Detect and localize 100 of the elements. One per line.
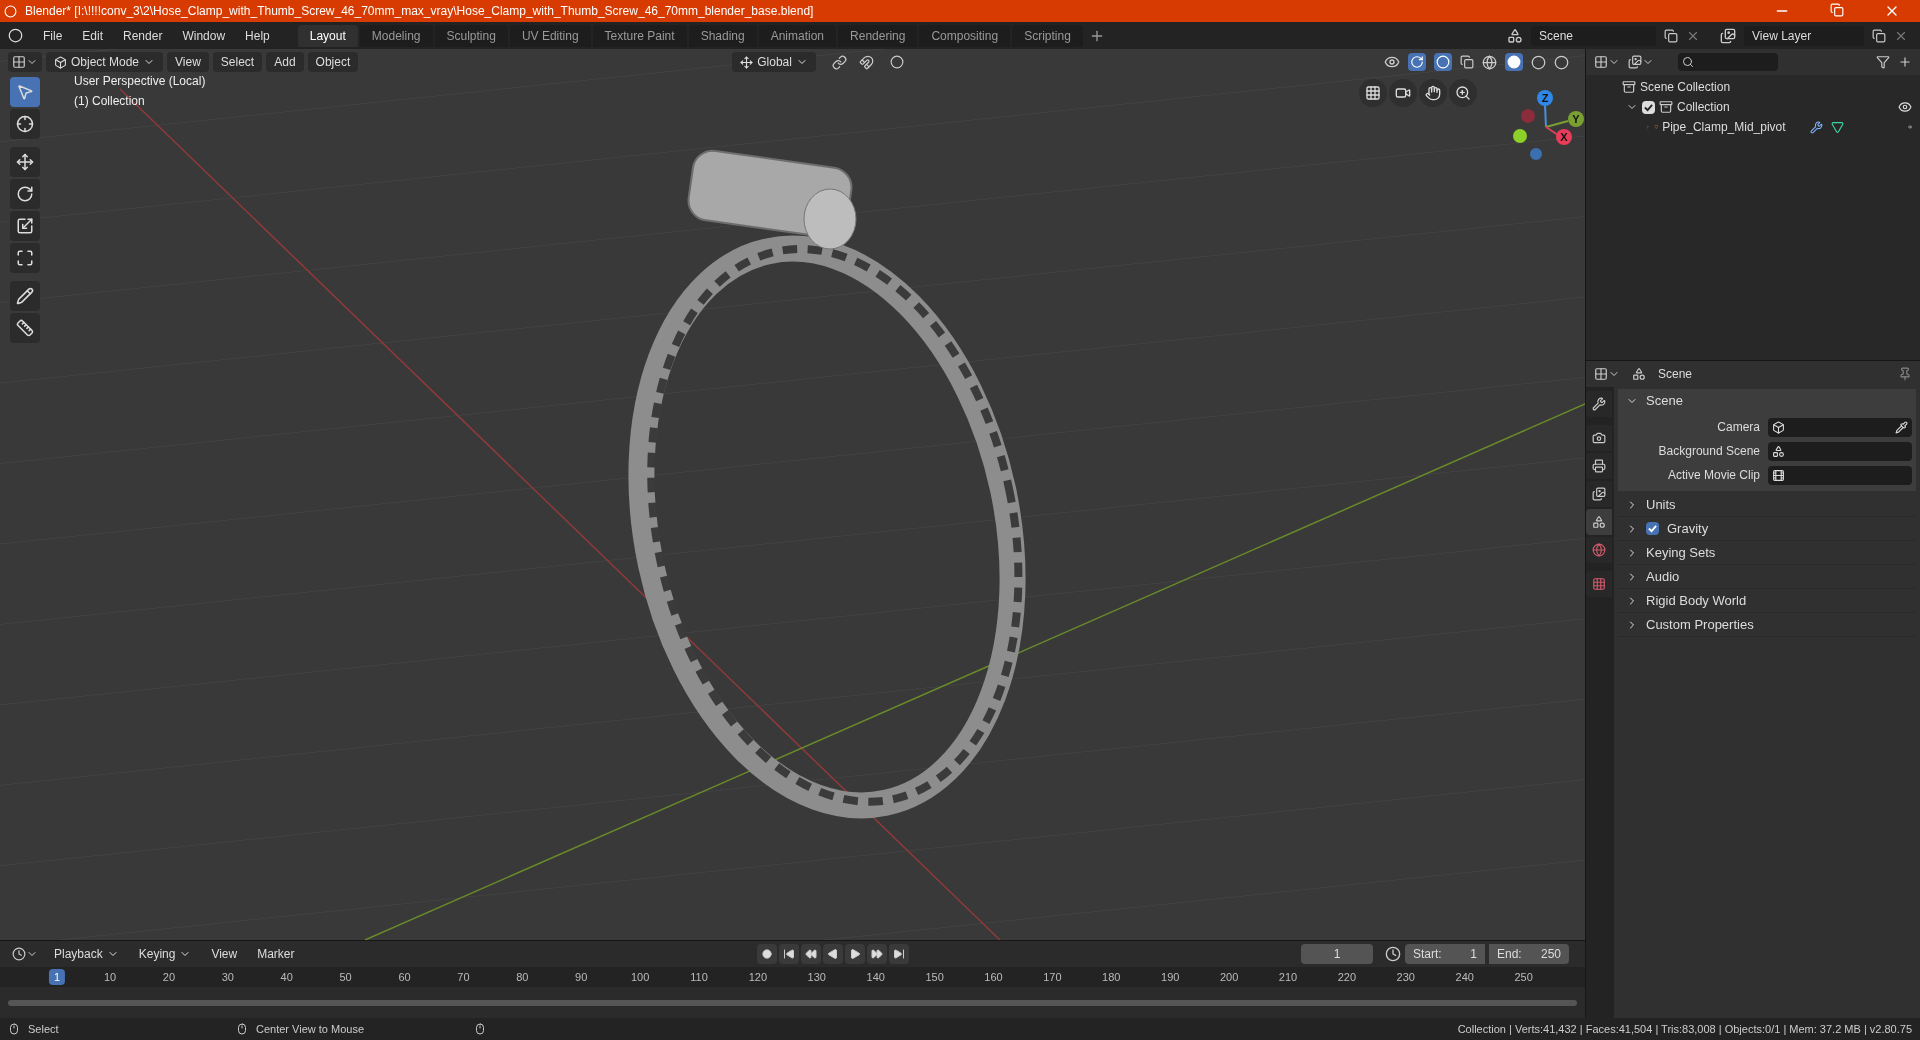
blender-menu-icon[interactable] <box>8 28 23 43</box>
frame-number[interactable]: 150 <box>920 969 949 985</box>
properties-tab[interactable] <box>1586 425 1612 451</box>
y-axis-ball[interactable]: Y <box>1568 111 1584 127</box>
frame-number[interactable]: 90 <box>570 969 593 985</box>
current-frame-field[interactable]: 1 <box>1301 944 1373 964</box>
outliner-item[interactable]: Pipe_Clamp_Mid_pivot <box>1662 118 1786 136</box>
editor-type-button[interactable] <box>1594 367 1620 381</box>
outliner-item[interactable]: Scene Collection <box>1640 78 1731 96</box>
viewport-menu-item[interactable]: Add <box>266 52 304 72</box>
workspace-tab[interactable]: Rendering <box>838 24 918 47</box>
select-tool-button[interactable] <box>10 77 40 107</box>
frame-number[interactable]: 190 <box>1156 969 1185 985</box>
editor-type-button[interactable] <box>8 52 42 72</box>
view-layer-field[interactable]: View Layer <box>1744 25 1864 46</box>
new-collection-icon[interactable] <box>1898 55 1912 69</box>
snap-magnet-icon[interactable] <box>858 54 874 70</box>
overlay-toggle-button[interactable] <box>1434 53 1452 71</box>
mesh-data-icon[interactable] <box>1830 120 1844 134</box>
viewport-menu-item[interactable]: Select <box>212 52 263 72</box>
frame-number[interactable]: 50 <box>334 969 357 985</box>
playback-button[interactable] <box>778 944 799 964</box>
panel-header[interactable]: Gravity <box>1618 517 1916 541</box>
workspace-tab[interactable]: Compositing <box>919 24 1011 47</box>
frame-number[interactable]: 80 <box>511 969 534 985</box>
frame-number[interactable]: 60 <box>393 969 416 985</box>
frame-number[interactable]: 30 <box>216 969 239 985</box>
frame-number[interactable]: 120 <box>743 969 773 985</box>
frame-number[interactable]: 140 <box>861 969 890 985</box>
wrench-icon[interactable] <box>1809 120 1823 134</box>
frame-number[interactable]: 10 <box>98 969 122 985</box>
material-shading-icon[interactable] <box>1531 54 1546 70</box>
scale-tool-button[interactable] <box>10 211 40 241</box>
enable-checkbox[interactable] <box>1646 522 1659 535</box>
panel-header[interactable]: Units <box>1618 493 1916 517</box>
panel-header[interactable]: Audio <box>1618 565 1916 589</box>
workspace-tab[interactable]: Animation <box>758 24 837 47</box>
workspace-tab[interactable]: UV Editing <box>509 24 591 47</box>
frame-number[interactable]: 160 <box>979 969 1008 985</box>
timeline-menu-item[interactable]: Keying <box>130 944 200 964</box>
menu-item[interactable]: Window <box>174 26 234 45</box>
workspace-tab[interactable]: Sculpting <box>434 24 508 47</box>
eyedropper-icon[interactable] <box>1895 420 1908 434</box>
frame-number[interactable]: 70 <box>452 969 475 985</box>
navigation-button[interactable] <box>1389 79 1417 107</box>
annotate-tool-button[interactable] <box>10 281 40 311</box>
filter-button[interactable] <box>1628 55 1654 69</box>
viewport-menu-item[interactable]: Object <box>307 52 359 72</box>
frame-number[interactable]: 130 <box>802 969 831 985</box>
properties-tab[interactable] <box>1586 391 1612 417</box>
frame-number[interactable]: 210 <box>1273 969 1303 985</box>
field-input[interactable] <box>1768 441 1912 461</box>
new-scene-icon[interactable] <box>1664 28 1678 43</box>
mode-dropdown[interactable]: Object Mode <box>46 52 164 72</box>
scrollbar[interactable] <box>8 999 1577 1006</box>
pivot-icon[interactable] <box>831 54 847 70</box>
cursor-tool-button[interactable] <box>10 109 40 139</box>
workspace-tab[interactable]: Shading <box>688 24 757 47</box>
navigation-button[interactable] <box>1449 79 1477 107</box>
frame-number[interactable]: 200 <box>1214 969 1244 985</box>
scene-field[interactable]: Scene <box>1531 25 1656 46</box>
restore-icon[interactable] <box>1830 3 1844 17</box>
outliner-item[interactable]: Collection <box>1677 98 1730 116</box>
start-frame-field[interactable]: Start: 1 <box>1405 944 1485 964</box>
visibility-icon[interactable] <box>1384 54 1400 70</box>
playback-button[interactable] <box>866 944 887 964</box>
workspace-tab[interactable]: Texture Paint <box>592 24 687 47</box>
gizmo-toggle-button[interactable] <box>1408 53 1426 71</box>
menu-item[interactable]: Edit <box>74 26 112 45</box>
menu-item[interactable]: File <box>35 26 71 45</box>
xray-icon[interactable] <box>1460 55 1474 69</box>
menu-item[interactable]: Render <box>115 26 171 45</box>
filter-icon[interactable] <box>1876 55 1890 69</box>
frame-number[interactable]: 40 <box>275 969 298 985</box>
viewport-menu-item[interactable]: View <box>167 52 209 72</box>
wireframe-shading-icon[interactable] <box>1482 54 1497 70</box>
move-tool-button[interactable] <box>10 147 40 177</box>
panel-header[interactable]: Keying Sets <box>1618 541 1916 565</box>
field-input[interactable] <box>1768 465 1912 485</box>
workspace-tab[interactable]: Scripting <box>1012 24 1083 47</box>
navigation-button[interactable] <box>1359 79 1387 107</box>
clock-icon[interactable] <box>1385 946 1401 962</box>
frame-number[interactable]: 20 <box>157 969 181 985</box>
properties-tab[interactable] <box>1586 509 1612 535</box>
rendered-shading-icon[interactable] <box>1554 54 1569 70</box>
frame-number[interactable]: 230 <box>1391 969 1420 985</box>
properties-tab[interactable] <box>1586 453 1612 479</box>
solid-shading-button[interactable] <box>1505 53 1523 71</box>
playback-button[interactable] <box>888 944 909 964</box>
frame-number[interactable]: 170 <box>1038 969 1067 985</box>
new-view-layer-icon[interactable] <box>1872 28 1886 43</box>
include-checkbox[interactable] <box>1642 100 1655 114</box>
transform-orientation-dropdown[interactable]: Global <box>732 52 816 72</box>
workspace-tab[interactable]: Modeling <box>359 24 433 47</box>
frame-number[interactable]: 180 <box>1097 969 1126 985</box>
frame-number[interactable]: 220 <box>1332 969 1362 985</box>
rotate-tool-button[interactable] <box>10 179 40 209</box>
view-layer-icon[interactable] <box>1720 27 1736 44</box>
menu-item[interactable]: Help <box>237 26 278 45</box>
frame-number[interactable]: 110 <box>685 969 713 985</box>
